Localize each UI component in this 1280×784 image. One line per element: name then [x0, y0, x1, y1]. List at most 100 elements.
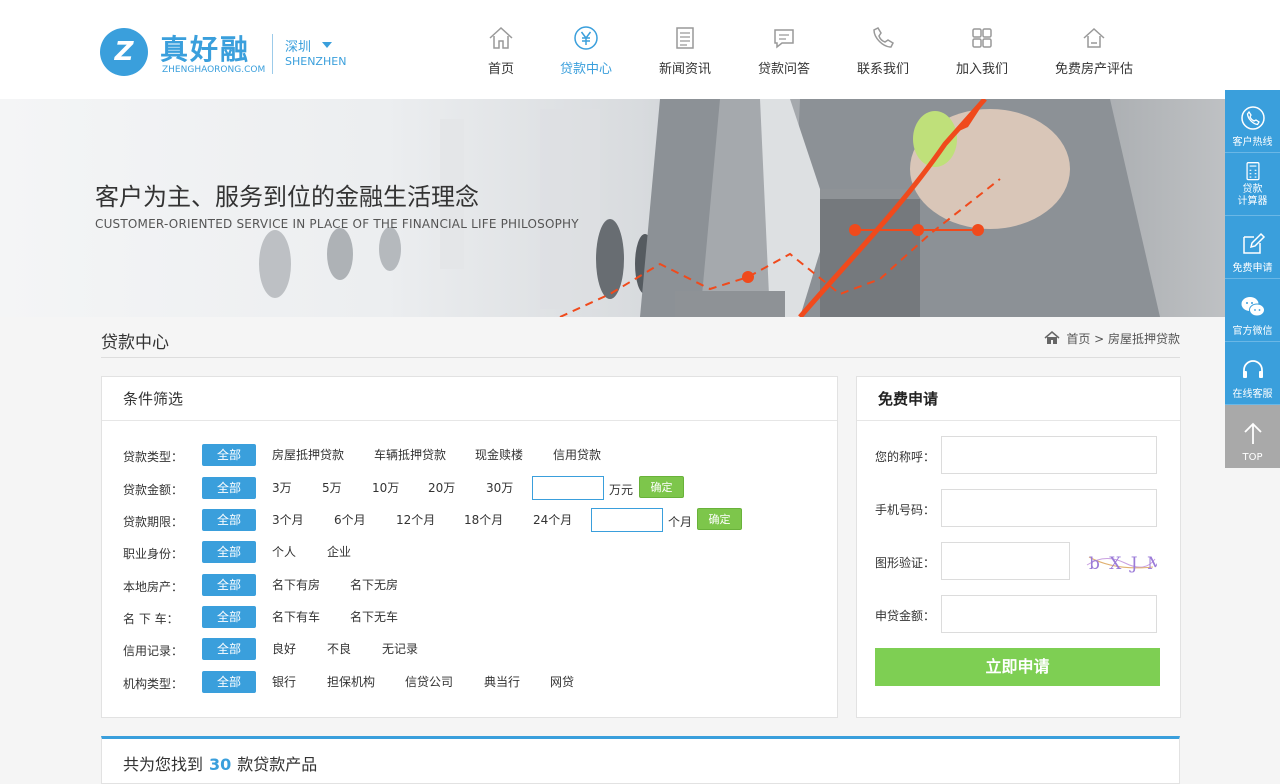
term-input[interactable]: [591, 508, 663, 532]
banner-title: 客户为主、服务到位的金融生活理念: [95, 183, 479, 211]
hero-banner: 客户为主、服务到位的金融生活理念 CUSTOMER-ORIENTED SERVI…: [0, 99, 1280, 317]
filter-option-all[interactable]: 全部: [202, 671, 256, 693]
side-label: 贷款 计算器: [1237, 184, 1268, 207]
page-title: 贷款中心: [101, 333, 169, 353]
filter-option[interactable]: 网贷: [550, 671, 574, 693]
nav-label: 新闻资讯: [658, 62, 711, 77]
filter-option[interactable]: 3个月: [272, 509, 304, 531]
filter-label: 贷款金额：: [123, 483, 184, 497]
apply-title: 免费申请: [857, 377, 1180, 421]
side-hotline[interactable]: 客户热线: [1225, 90, 1280, 153]
nav-label: 首页: [487, 62, 514, 77]
document-icon: [676, 27, 694, 49]
side-free-apply[interactable]: 免费申请: [1225, 216, 1280, 279]
city-selector[interactable]: 深圳: [285, 36, 311, 55]
nav-label: 贷款问答: [757, 62, 810, 77]
filter-option[interactable]: 名下无房: [350, 574, 398, 596]
filter-option[interactable]: 名下有车: [272, 606, 320, 628]
nav-contact[interactable]: 联系我们: [853, 24, 913, 84]
captcha-input[interactable]: [941, 542, 1070, 580]
apply-submit-button[interactable]: 立即申请: [875, 648, 1160, 686]
filter-option[interactable]: 现金赎楼: [475, 444, 523, 466]
breadcrumb-text[interactable]: 首页 > 房屋抵押贷款: [1066, 332, 1180, 346]
apply-panel: 免费申请 您的称呼： 手机号码： 图形验证： b X J M 申贷金额： 立即申…: [856, 376, 1181, 718]
filter-option[interactable]: 10万: [372, 477, 399, 499]
banner-subtitle: CUSTOMER-ORIENTED SERVICE IN PLACE OF TH…: [95, 217, 579, 231]
filter-option[interactable]: 房屋抵押贷款: [272, 444, 344, 466]
captcha-image[interactable]: b X J M: [1085, 547, 1157, 577]
filter-label: 职业身份：: [123, 547, 184, 561]
phone-input[interactable]: [941, 489, 1157, 527]
filter-option-all[interactable]: 全部: [202, 444, 256, 466]
brand-domain: ZHENGHAORONG.COM: [162, 65, 266, 75]
filter-option[interactable]: 3万: [272, 477, 292, 499]
chat-icon: [774, 29, 794, 49]
side-online-service[interactable]: 在线客服: [1225, 342, 1280, 405]
side-calculator[interactable]: 贷款 计算器: [1225, 153, 1280, 216]
filter-option[interactable]: 名下无车: [350, 606, 398, 628]
filter-option[interactable]: 30万: [486, 477, 513, 499]
apply-amount-input[interactable]: [941, 595, 1157, 633]
filter-option[interactable]: 6个月: [334, 509, 366, 531]
back-to-top-button[interactable]: TOP: [1225, 405, 1280, 468]
home-icon[interactable]: [1044, 331, 1060, 345]
house-icon: [1083, 27, 1105, 48]
filter-option[interactable]: 担保机构: [327, 671, 375, 693]
filter-option[interactable]: 车辆抵押贷款: [374, 444, 446, 466]
filter-option[interactable]: 5万: [322, 477, 342, 499]
side-label: 免费申请: [1232, 263, 1273, 274]
captcha-text: b X J M: [1089, 554, 1157, 574]
nav-home[interactable]: 首页: [483, 24, 519, 84]
name-input[interactable]: [941, 436, 1157, 474]
filter-option-all[interactable]: 全部: [202, 541, 256, 563]
filter-option[interactable]: 不良: [327, 638, 351, 660]
nav-property-valuation[interactable]: 免费房产评估: [1051, 24, 1137, 84]
result-count: 30: [209, 755, 232, 774]
filter-option[interactable]: 典当行: [484, 671, 520, 693]
filter-option-all[interactable]: 全部: [202, 638, 256, 660]
logo-mark-letter: Z: [114, 37, 134, 67]
term-confirm-button[interactable]: 确定: [697, 508, 742, 530]
filter-option[interactable]: 20万: [428, 477, 455, 499]
filter-option[interactable]: 12个月: [396, 509, 435, 531]
nav-qa[interactable]: 贷款问答: [754, 24, 814, 84]
filter-option[interactable]: 名下有房: [272, 574, 320, 596]
amount-confirm-button[interactable]: 确定: [639, 476, 684, 498]
logo-icon[interactable]: Z: [100, 28, 148, 76]
amount-unit: 万元: [609, 483, 634, 497]
filter-option[interactable]: 企业: [327, 541, 351, 563]
brand-name[interactable]: 真好融: [160, 28, 250, 68]
filter-option[interactable]: 信用贷款: [553, 444, 601, 466]
amount-input[interactable]: [532, 476, 604, 500]
home-icon: [489, 26, 513, 49]
filter-option[interactable]: 个人: [272, 541, 296, 563]
filter-option-all[interactable]: 全部: [202, 574, 256, 596]
filter-label: 贷款期限：: [123, 515, 184, 529]
filter-option[interactable]: 信贷公司: [405, 671, 453, 693]
result-summary: 共为您找到 30 款贷款产品: [123, 751, 317, 775]
filter-option[interactable]: 银行: [272, 671, 296, 693]
filter-label: 信用记录：: [123, 644, 184, 658]
filter-option[interactable]: 18个月: [464, 509, 503, 531]
filter-title: 条件筛选: [102, 377, 837, 421]
side-wechat[interactable]: 官方微信: [1225, 279, 1280, 342]
filter-option-all[interactable]: 全部: [202, 606, 256, 628]
yen-icon: [574, 26, 598, 50]
nav-loan-center[interactable]: 贷款中心: [556, 24, 616, 84]
breadcrumb[interactable]: 首页 > 房屋抵押贷款: [1044, 330, 1180, 347]
nav-news[interactable]: 新闻资讯: [655, 24, 715, 84]
filter-option[interactable]: 良好: [272, 638, 296, 660]
nav-label: 贷款中心: [559, 62, 612, 77]
filter-panel: 条件筛选 贷款类型： 全部 房屋抵押贷款 车辆抵押贷款 现金赎楼 信用贷款 贷款…: [101, 376, 838, 718]
site-header: Z 真好融 ZHENGHAORONG.COM 深圳 SHENZHEN 首页 贷款…: [0, 0, 1280, 99]
result-prefix: 共为您找到: [123, 755, 204, 774]
filter-option[interactable]: 无记录: [382, 638, 418, 660]
term-unit: 个月: [668, 515, 693, 529]
filter-option-all[interactable]: 全部: [202, 509, 256, 531]
filter-option-all[interactable]: 全部: [202, 477, 256, 499]
chevron-down-icon[interactable]: [322, 42, 332, 48]
phone-label: 手机号码：: [875, 503, 936, 517]
nav-join[interactable]: 加入我们: [952, 24, 1012, 84]
filter-option[interactable]: 24个月: [533, 509, 572, 531]
nav-label: 免费房产评估: [1054, 62, 1133, 77]
